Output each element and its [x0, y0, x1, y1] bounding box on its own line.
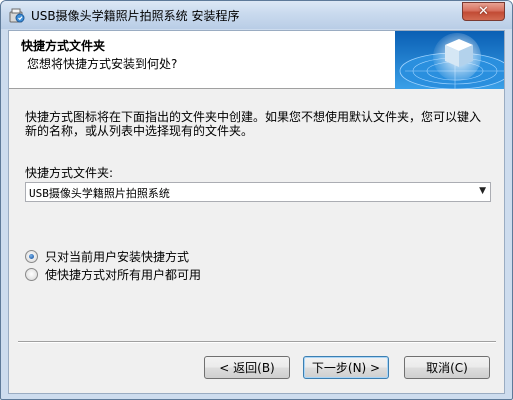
installer-window: USB摄像头学籍照片拍照系统 安装程序 ✕ 快捷方式文件夹 您想将快捷方式安装到… — [0, 0, 513, 400]
radio-label-current-user: 只对当前用户安装快捷方式 — [45, 249, 190, 264]
radio-current-user[interactable]: 只对当前用户安装快捷方式 — [25, 248, 189, 264]
back-button[interactable]: < 返回(B) — [204, 356, 290, 379]
cube-globe-graphic — [395, 31, 504, 89]
radio-label-all-users: 使快捷方式对所有用户都可用 — [45, 267, 202, 282]
cancel-button[interactable]: 取消(C) — [404, 356, 490, 379]
folder-combobox[interactable]: USB摄像头学籍照片拍照系统 ▼ — [25, 182, 491, 202]
radio-button[interactable] — [25, 267, 38, 281]
folder-label: 快捷方式文件夹: — [25, 166, 114, 180]
header-band: 快捷方式文件夹 您想将快捷方式安装到何处? — [9, 31, 504, 89]
chevron-down-icon[interactable]: ▼ — [479, 186, 486, 196]
installer-icon — [9, 8, 25, 23]
radio-button-selected[interactable] — [25, 249, 38, 263]
radio-all-users[interactable]: 使快捷方式对所有用户都可用 — [25, 266, 201, 282]
folder-value: USB摄像头学籍照片拍照系统 — [29, 187, 170, 200]
title-bar[interactable]: USB摄像头学籍照片拍照系统 安装程序 ✕ — [1, 1, 512, 29]
next-button[interactable]: 下一步(N) > — [303, 356, 389, 379]
separator — [18, 341, 496, 343]
page-subtitle: 您想将快捷方式安装到何处? — [27, 57, 178, 71]
wizard-page: 快捷方式文件夹 您想将快捷方式安装到何处? 快捷方式图标将在下面指出的文件夹中创… — [8, 30, 505, 394]
description-text: 快捷方式图标将在下面指出的文件夹中创建。如果您不想使用默认文件夹，您可以键入新的… — [25, 110, 482, 138]
window-title: USB摄像头学籍照片拍照系统 安装程序 — [31, 9, 240, 23]
page-title: 快捷方式文件夹 — [21, 39, 106, 53]
close-button[interactable]: ✕ — [462, 2, 505, 21]
